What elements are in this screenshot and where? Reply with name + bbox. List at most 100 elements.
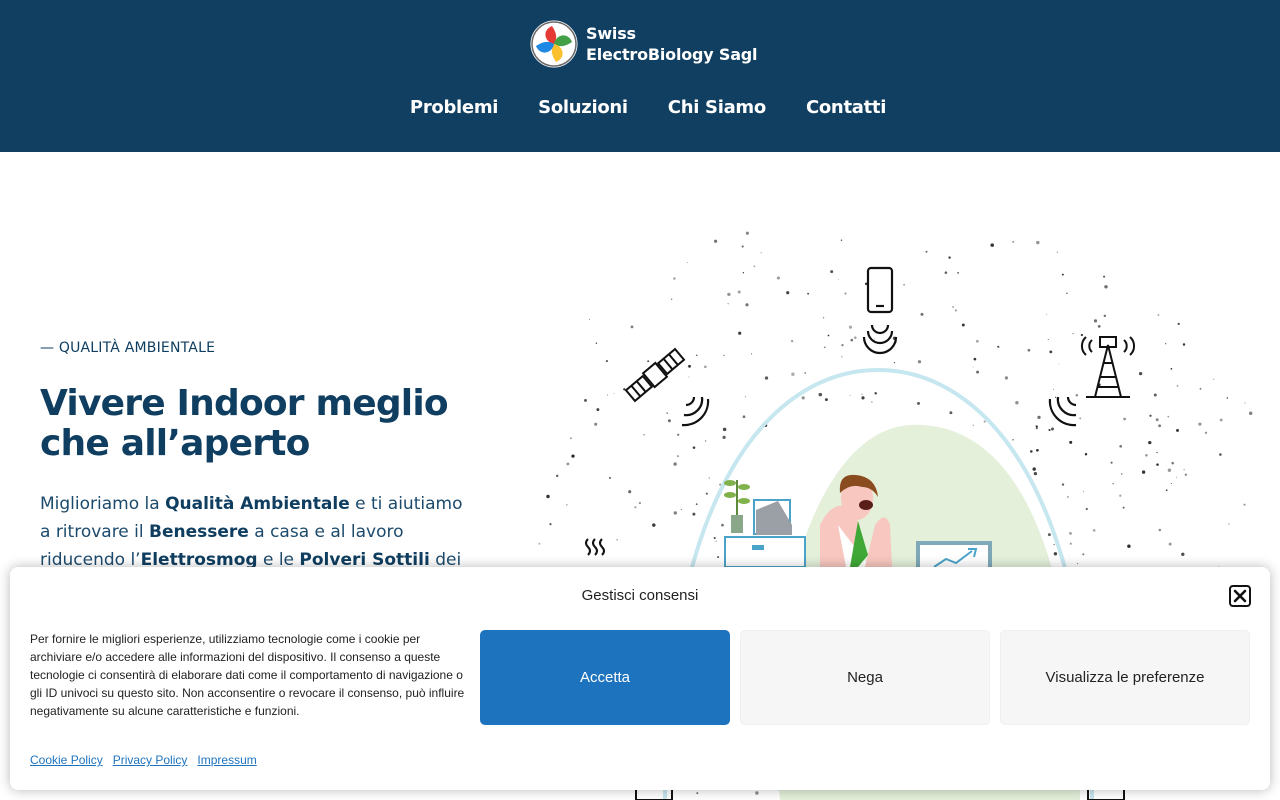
dust-speck [972, 366, 974, 368]
dust-speck [1053, 388, 1054, 390]
dust-speck [1072, 332, 1074, 335]
dust-speck [830, 270, 834, 274]
dust-speck [1029, 450, 1033, 453]
hero-text-part: Miglioriamo la [40, 494, 166, 514]
dust-speck [727, 292, 731, 297]
dust-speck [1036, 240, 1040, 245]
accept-button[interactable]: Accetta [480, 630, 730, 725]
dust-speck [647, 360, 650, 363]
dust-speck [1066, 292, 1068, 295]
dust-speck [628, 490, 632, 494]
dust-speck [670, 298, 673, 301]
dust-speck [1168, 542, 1172, 546]
cookie-policy-link[interactable]: Cookie Policy [30, 753, 103, 767]
dust-speck [692, 446, 696, 449]
dust-speck [1183, 469, 1185, 471]
cookie-links: Cookie Policy Privacy Policy Impressum [30, 753, 257, 767]
signal-waves-icon [681, 396, 710, 427]
drawer-handle [752, 545, 764, 550]
dust-speck [822, 317, 825, 319]
dust-speck [1012, 438, 1014, 441]
dust-speck [703, 365, 707, 369]
smartphone-icon [862, 266, 898, 355]
dust-speck [1112, 483, 1114, 485]
dust-speck [903, 283, 906, 286]
nav-item-soluzioni[interactable]: Soluzioni [538, 96, 628, 120]
dust-speck [807, 292, 809, 295]
nav-item-chi-siamo[interactable]: Chi Siamo [668, 96, 766, 120]
dust-speck [990, 243, 994, 247]
dust-speck [638, 502, 641, 505]
impressum-link[interactable]: Impressum [197, 753, 256, 767]
nav-item-problemi[interactable]: Problemi [410, 96, 499, 120]
dust-speck [571, 454, 575, 458]
dust-speck [920, 312, 924, 316]
dust-speck [1156, 451, 1158, 454]
privacy-policy-link[interactable]: Privacy Policy [113, 753, 188, 767]
dust-speck [804, 372, 807, 374]
dust-speck [874, 392, 877, 395]
dust-speck [1085, 507, 1088, 511]
dust-speck [944, 271, 948, 274]
heat-icon [585, 538, 605, 556]
dust-speck [917, 401, 920, 405]
dust-speck [605, 360, 608, 363]
dust-speck [1069, 440, 1073, 444]
dust-speck [1080, 333, 1084, 337]
dust-speck [1171, 461, 1174, 465]
close-button[interactable] [1229, 585, 1251, 607]
dust-speck [688, 364, 691, 368]
dust-speck [827, 334, 830, 337]
dust-speck [1012, 240, 1015, 243]
dust-speck [606, 394, 609, 396]
dust-speck [1082, 553, 1085, 556]
dust-speck [861, 393, 863, 396]
desk-cabinet [724, 536, 806, 568]
dust-speck [555, 474, 559, 478]
dust-speck [713, 239, 718, 243]
dust-speck [1079, 417, 1082, 420]
dust-speck [1123, 417, 1126, 421]
dust-speck [613, 393, 615, 395]
dust-speck [976, 370, 980, 374]
dust-speck [744, 396, 746, 398]
dust-speck [1243, 503, 1246, 506]
dust-speck [1165, 489, 1168, 492]
dust-speck [630, 325, 634, 329]
dust-speck [764, 376, 769, 380]
logo-mark-icon [530, 20, 578, 68]
dust-speck [1092, 529, 1096, 532]
dust-speck [1145, 453, 1148, 457]
site-logo[interactable]: Swiss ElectroBiology Sagl [530, 20, 758, 68]
dust-speck [760, 252, 762, 254]
dust-speck [776, 276, 780, 280]
dust-speck [594, 422, 598, 426]
view-preferences-button[interactable]: Visualizza le preferenze [1000, 630, 1250, 725]
dust-speck [1110, 461, 1113, 464]
dust-speck [1167, 415, 1170, 418]
cookie-description: Per fornire le migliori esperienze, util… [30, 632, 465, 718]
deny-button[interactable]: Nega [740, 630, 990, 725]
dust-speck [849, 394, 851, 396]
dust-speck [1049, 350, 1053, 354]
dust-speck [745, 303, 749, 307]
dust-speck [1093, 319, 1098, 323]
dust-speck [1075, 393, 1079, 397]
dust-speck [713, 537, 716, 539]
dust-speck [801, 396, 805, 400]
dust-speck [546, 494, 550, 499]
satellite-icon [624, 347, 686, 403]
dust-speck [1244, 402, 1246, 404]
dust-speck [1058, 363, 1060, 365]
dust-speck [589, 318, 591, 320]
dust-speck [692, 512, 696, 516]
dust-speck [790, 339, 794, 343]
dust-speck [723, 354, 725, 357]
nav-item-contatti[interactable]: Contatti [806, 96, 886, 120]
dust-speck [1198, 422, 1202, 426]
dust-speck [893, 362, 896, 364]
dust-speck [673, 277, 676, 280]
dust-speck [844, 292, 847, 295]
dust-speck [1103, 275, 1106, 278]
dust-speck [997, 345, 1000, 348]
